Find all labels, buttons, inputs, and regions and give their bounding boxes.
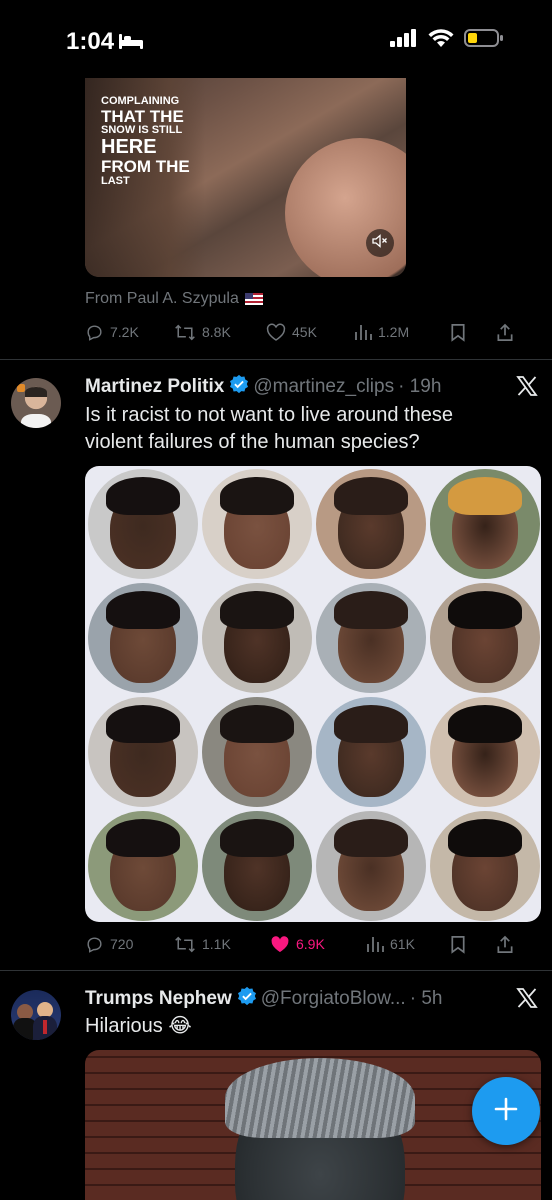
reply-icon bbox=[85, 323, 104, 342]
author-handle[interactable]: @martinez_clips bbox=[253, 376, 394, 398]
status-bar: 1:04 bbox=[0, 0, 552, 78]
divider bbox=[0, 970, 552, 971]
tweet2-actions: 720 1.1K 6.9K 61K bbox=[85, 932, 540, 956]
reply-button[interactable]: 720 bbox=[85, 935, 174, 954]
grid-photo bbox=[316, 811, 426, 921]
tweet3-image[interactable] bbox=[85, 1050, 541, 1200]
grid-photo bbox=[202, 697, 312, 807]
grid-photo bbox=[88, 469, 198, 579]
grid-photo bbox=[202, 811, 312, 921]
grid-photo bbox=[430, 697, 540, 807]
compose-plus-icon bbox=[493, 1096, 519, 1127]
verified-icon bbox=[237, 986, 257, 1012]
tweet-time: · 5h bbox=[409, 988, 443, 1009]
grid-photo bbox=[202, 469, 312, 579]
views-icon bbox=[366, 935, 384, 953]
grid-photo bbox=[88, 583, 198, 693]
grid-photo bbox=[430, 469, 540, 579]
grid-photo bbox=[430, 811, 540, 921]
tweet1-actions: 7.2K 8.8K 45K 1.2M bbox=[85, 320, 540, 344]
bed-icon bbox=[117, 31, 145, 56]
tweet2-header: Martinez Politix @martinez_clips · 19h bbox=[85, 374, 441, 400]
retweet-button[interactable]: 8.8K bbox=[174, 323, 266, 342]
views-button[interactable]: 1.2M bbox=[354, 323, 450, 341]
like-button[interactable]: 6.9K bbox=[270, 935, 366, 954]
video-source[interactable]: From Paul A. Szypula bbox=[85, 290, 263, 308]
views-button[interactable]: 61K bbox=[366, 935, 450, 953]
mute-button[interactable] bbox=[366, 229, 394, 257]
like-icon bbox=[266, 323, 286, 342]
bookmark-icon bbox=[450, 323, 466, 342]
grid-photo bbox=[430, 583, 540, 693]
tweet1-video[interactable]: COMPLAINING THAT THE SNOW IS STILL HERE … bbox=[85, 78, 406, 277]
grid-photo bbox=[316, 583, 426, 693]
retweet-icon bbox=[174, 935, 196, 954]
x-logo-icon[interactable] bbox=[516, 375, 538, 397]
like-button[interactable]: 45K bbox=[266, 323, 354, 342]
bookmark-button[interactable] bbox=[450, 323, 496, 342]
grid-photo bbox=[88, 811, 198, 921]
like-icon bbox=[270, 935, 290, 954]
share-icon bbox=[496, 935, 514, 954]
tweet-time: · 19h bbox=[398, 376, 442, 397]
avatar-trumps-nephew[interactable] bbox=[11, 990, 61, 1040]
share-button[interactable] bbox=[496, 935, 514, 954]
grid-photo bbox=[202, 583, 312, 693]
retweet-icon bbox=[174, 323, 196, 342]
tweet2-image[interactable] bbox=[85, 466, 541, 922]
mute-icon bbox=[372, 233, 388, 253]
grid-photo bbox=[316, 697, 426, 807]
author-handle[interactable]: @ForgiatoBlow... bbox=[261, 988, 406, 1010]
share-icon bbox=[496, 323, 514, 342]
battery-icon bbox=[464, 28, 504, 53]
author-name[interactable]: Trumps Nephew bbox=[85, 988, 232, 1010]
compose-button[interactable] bbox=[472, 1077, 540, 1145]
verified-icon bbox=[229, 374, 249, 400]
divider bbox=[0, 359, 552, 360]
tweet2-text: Is it racist to not want to live around … bbox=[85, 404, 453, 453]
retweet-button[interactable]: 1.1K bbox=[174, 935, 270, 954]
share-button[interactable] bbox=[496, 323, 514, 342]
avatar-martinez-politix[interactable] bbox=[11, 378, 61, 428]
tweet3-text: Hilarious 😂 bbox=[85, 1015, 192, 1037]
tweet3-header: Trumps Nephew @ForgiatoBlow... · 5h bbox=[85, 986, 442, 1012]
status-icons bbox=[390, 28, 504, 53]
video-caption: COMPLAINING THAT THE SNOW IS STILL HERE … bbox=[101, 95, 190, 187]
grid-photo bbox=[316, 469, 426, 579]
bookmark-icon bbox=[450, 935, 466, 954]
reply-button[interactable]: 7.2K bbox=[85, 323, 174, 342]
status-time: 1:04 bbox=[66, 28, 115, 55]
author-name[interactable]: Martinez Politix bbox=[85, 376, 224, 398]
signal-icon bbox=[390, 29, 418, 52]
views-icon bbox=[354, 323, 372, 341]
wifi-icon bbox=[428, 28, 454, 53]
grid-photo bbox=[88, 697, 198, 807]
bookmark-button[interactable] bbox=[450, 935, 496, 954]
x-logo-icon[interactable] bbox=[516, 987, 538, 1009]
us-flag-icon bbox=[244, 293, 263, 305]
reply-icon bbox=[85, 935, 104, 954]
